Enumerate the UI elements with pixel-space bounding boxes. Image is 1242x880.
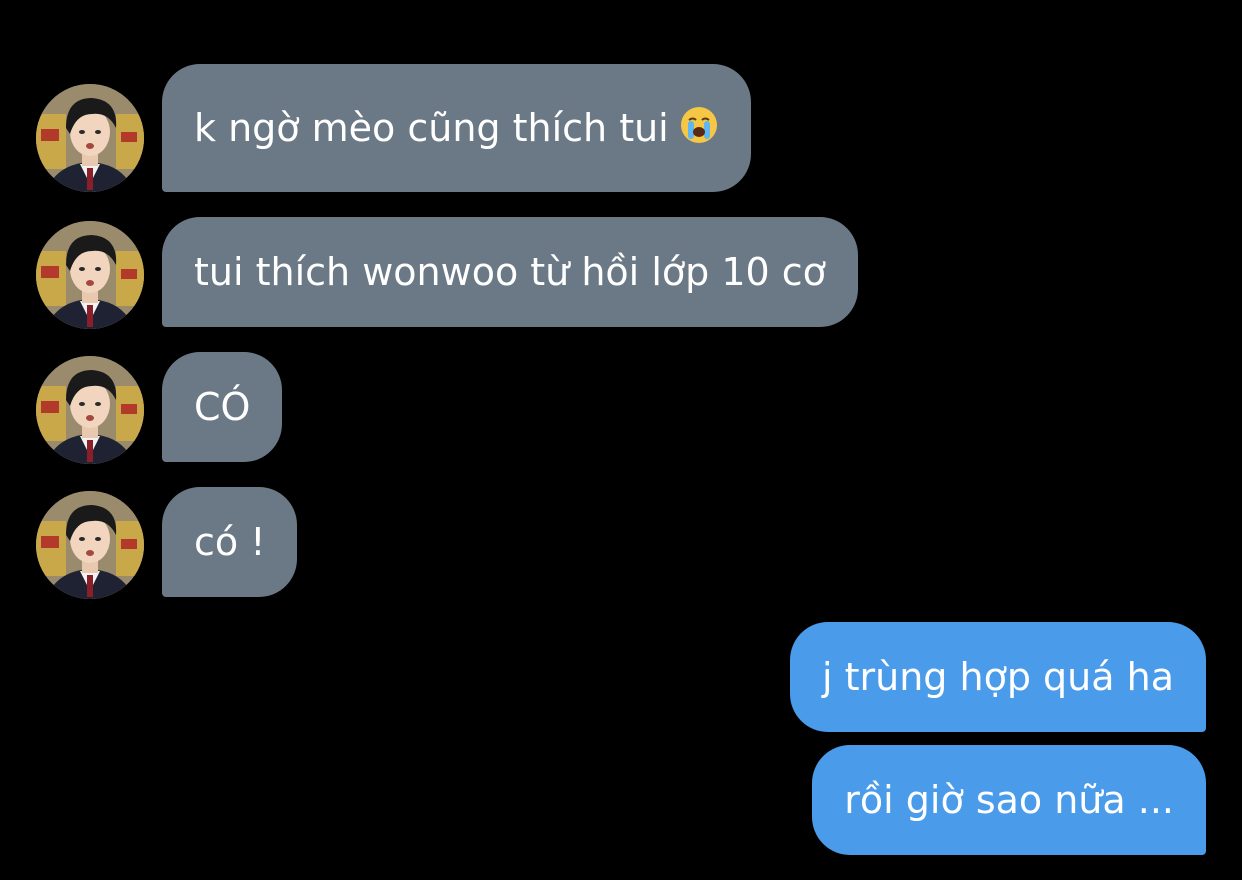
sender-avatar[interactable] — [36, 221, 144, 329]
avatar-image — [36, 491, 144, 599]
incoming-message-bubble[interactable]: k ngờ mèo cũng thích tui — [162, 64, 751, 192]
incoming-message-bubble[interactable]: tui thích wonwoo từ hồi lớp 10 cơ — [162, 217, 858, 327]
message-text: rồi giờ sao nữa ... — [844, 778, 1174, 822]
message-text: tui thích wonwoo từ hồi lớp 10 cơ — [194, 250, 826, 294]
sender-avatar[interactable] — [36, 356, 144, 464]
avatar-image — [36, 356, 144, 464]
outgoing-message-bubble[interactable]: rồi giờ sao nữa ... — [812, 745, 1206, 855]
message-row-outgoing: rồi giờ sao nữa ... — [0, 745, 1242, 855]
avatar-image — [36, 221, 144, 329]
message-row-incoming: CÓ — [0, 352, 1242, 464]
message-text: CÓ — [194, 385, 251, 429]
sender-avatar[interactable] — [36, 491, 144, 599]
incoming-message-bubble[interactable]: có ! — [162, 487, 298, 597]
message-text: k ngờ mèo cũng thích tui — [194, 106, 669, 150]
incoming-message-bubble[interactable]: CÓ — [162, 352, 283, 462]
message-row-incoming: tui thích wonwoo từ hồi lớp 10 cơ — [0, 217, 1242, 329]
avatar-image — [36, 84, 144, 192]
message-row-incoming: k ngờ mèo cũng thích tui — [0, 64, 1242, 192]
sender-avatar[interactable] — [36, 84, 144, 192]
loudly-crying-face-icon — [679, 105, 719, 151]
message-row-incoming: có ! — [0, 487, 1242, 599]
message-row-outgoing: j trùng hợp quá ha — [0, 622, 1242, 732]
message-text: j trùng hợp quá ha — [821, 655, 1174, 699]
outgoing-message-bubble[interactable]: j trùng hợp quá ha — [789, 622, 1206, 732]
message-text: có ! — [194, 520, 266, 564]
